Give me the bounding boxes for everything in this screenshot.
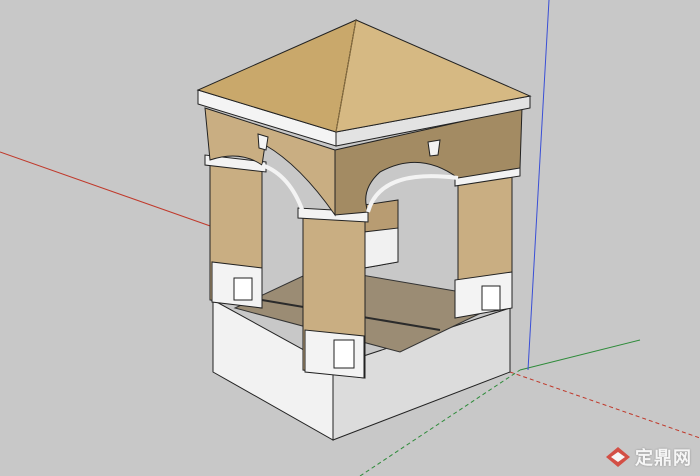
watermark: 定鼎网 xyxy=(605,444,692,470)
column-left[interactable] xyxy=(204,154,267,309)
blue-axis-line xyxy=(527,0,550,371)
keystone-right xyxy=(427,139,441,157)
modeling-viewport[interactable]: 定鼎网 xyxy=(0,0,700,476)
column-right[interactable] xyxy=(454,165,521,319)
keystone-left xyxy=(257,133,269,151)
watermark-text: 定鼎网 xyxy=(635,448,692,469)
green-axis-line xyxy=(519,339,641,371)
3d-scene-canvas[interactable] xyxy=(0,0,700,476)
dingding-logo-icon xyxy=(606,447,630,467)
column-front[interactable] xyxy=(297,207,369,379)
red-axis-dashed xyxy=(509,371,700,439)
